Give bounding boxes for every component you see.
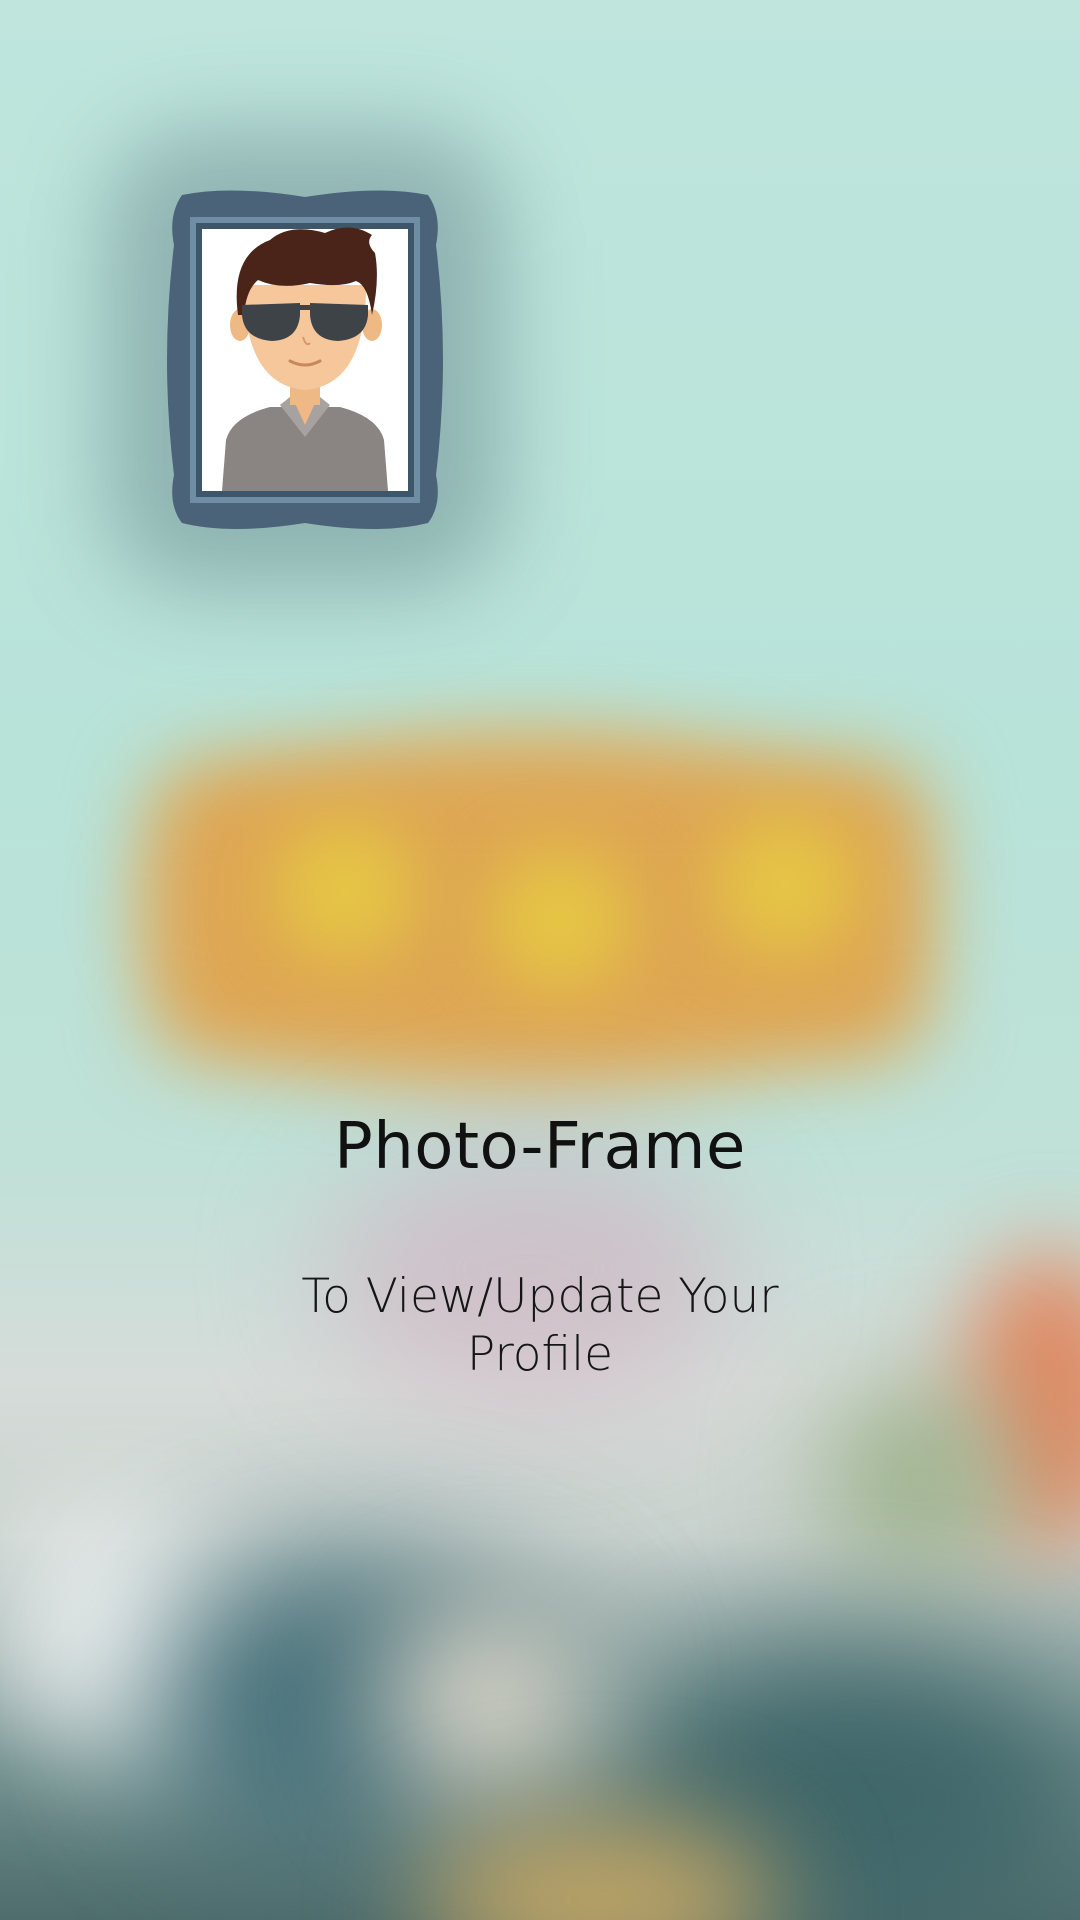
photo-frame-icon[interactable]	[105, 130, 505, 590]
yellow-light	[715, 815, 855, 955]
page-title: Photo-Frame	[334, 1110, 746, 1184]
avatar-frame-graphic	[167, 190, 443, 530]
yellow-light	[275, 820, 415, 960]
light-haze	[380, 1600, 600, 1800]
yellow-light	[490, 850, 630, 990]
page-subtitle: To View/Update Your Profile	[301, 1269, 779, 1382]
glasses-bridge	[298, 305, 312, 310]
green-haze	[820, 1380, 1020, 1580]
